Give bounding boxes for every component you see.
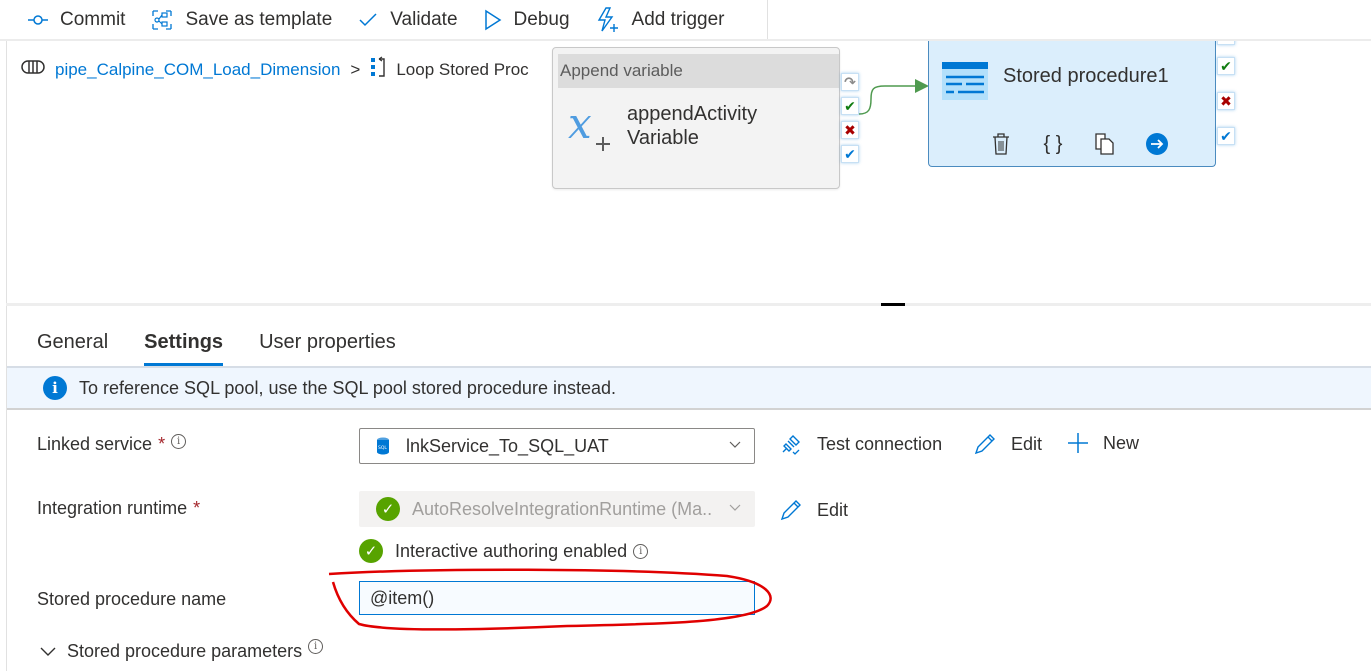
sp-activity-ports: ✔ ✖ ✔ [1217, 41, 1235, 145]
checkmark-icon [358, 12, 378, 28]
skip-port[interactable] [1217, 41, 1235, 45]
activity-name-line2: Variable [627, 127, 699, 149]
activity-name: appendActivity Variable [627, 102, 757, 150]
linked-service-label: Linked service * i [37, 434, 187, 455]
tab-general[interactable]: General [37, 324, 108, 366]
svg-text:x: x [568, 102, 592, 148]
interactive-authoring-status: ✓ Interactive authoring enabled i [359, 539, 649, 563]
plus-icon [1067, 432, 1089, 454]
chevron-down-icon [728, 437, 742, 454]
interactive-authoring-text: Interactive authoring enabled [395, 540, 628, 561]
tab-settings[interactable]: Settings [144, 324, 223, 366]
failure-port[interactable]: ✖ [1217, 92, 1235, 110]
toolbar: Commit Save as template Validate Debug A… [0, 0, 768, 40]
save-as-template-button[interactable]: Save as template [151, 9, 332, 31]
activity-name-line1: appendActivity [627, 103, 758, 125]
code-braces-icon[interactable]: { } [1027, 131, 1079, 157]
commit-icon [28, 14, 48, 26]
success-port[interactable]: ✔ [1217, 57, 1235, 75]
failure-port[interactable]: ✖ [841, 121, 859, 139]
required-marker: * [158, 434, 166, 454]
sql-database-icon: SQL [377, 437, 389, 455]
plug-icon [779, 432, 803, 456]
svg-text:SQL: SQL [378, 445, 387, 451]
template-icon [151, 9, 173, 31]
pencil-icon [779, 498, 803, 522]
commit-label: Commit [60, 9, 126, 30]
pipeline-canvas[interactable]: pipe_Calpine_COM_Load_Dimension > Loop S… [6, 41, 1371, 303]
chevron-down-icon [39, 644, 57, 660]
copy-icon[interactable] [1079, 131, 1131, 157]
properties-panel: General Settings User properties i To re… [6, 306, 1371, 671]
test-connection-button[interactable]: Test connection [779, 432, 942, 456]
append-activity-ports: ↷ ✔ ✖ ✔ [841, 73, 859, 163]
debug-label: Debug [513, 9, 570, 30]
validate-button[interactable]: Validate [358, 9, 458, 31]
stored-procedure-parameters-label: Stored procedure parameters [67, 641, 303, 661]
activity-actions: { } [975, 131, 1183, 157]
info-message: To reference SQL pool, use the SQL pool … [79, 377, 616, 398]
stored-procedure-icon [942, 62, 988, 100]
info-icon[interactable]: i [308, 639, 324, 654]
integration-runtime-label: Integration runtime * [37, 498, 200, 519]
required-marker: * [193, 498, 201, 518]
success-port[interactable]: ✔ [841, 97, 859, 115]
skip-port[interactable]: ↷ [841, 73, 859, 91]
activity-type-label: Append variable [558, 54, 839, 88]
info-banner: i To reference SQL pool, use the SQL poo… [7, 366, 1371, 410]
integration-runtime-value: AutoResolveIntegrationRuntime (Ma.. [412, 498, 713, 519]
save-as-template-label: Save as template [185, 9, 333, 30]
debug-button[interactable]: Debug [484, 9, 570, 31]
tab-list: General Settings User properties [37, 324, 432, 366]
new-linked-service-button[interactable]: New [1067, 432, 1139, 454]
stored-procedure-parameters-expander[interactable]: Stored procedure parameters i [39, 639, 324, 662]
stored-procedure-activity[interactable]: Stored procedure1 { } [928, 41, 1216, 167]
stored-procedure-name-input[interactable] [359, 581, 755, 615]
commit-button[interactable]: Commit [28, 9, 125, 31]
edit-linked-service-button[interactable]: Edit [973, 432, 1042, 456]
linked-service-select[interactable]: SQL lnkService_To_SQL_UAT [359, 428, 755, 464]
lightning-icon [596, 7, 620, 33]
info-icon[interactable]: i [171, 434, 187, 449]
play-icon [484, 9, 502, 31]
linked-service-text: Linked service [37, 434, 153, 454]
arrow-right-icon[interactable] [1131, 131, 1183, 157]
linked-service-value: lnkService_To_SQL_UAT [406, 435, 609, 456]
add-trigger-label: Add trigger [631, 9, 725, 30]
edit-integration-runtime-button[interactable]: Edit [779, 498, 848, 522]
completion-port[interactable]: ✔ [841, 145, 859, 163]
edit-label: Edit [817, 499, 849, 520]
variable-x-icon: x [568, 102, 610, 151]
validate-label: Validate [390, 9, 458, 30]
integration-runtime-text: Integration runtime [37, 498, 188, 518]
activity-name: Stored procedure1 [1003, 65, 1169, 87]
info-icon[interactable]: i [633, 543, 649, 559]
integration-runtime-select: ✓ AutoResolveIntegrationRuntime (Ma.. [359, 491, 755, 527]
test-connection-label: Test connection [817, 433, 943, 454]
check-circle-icon: ✓ [359, 539, 383, 563]
add-trigger-button[interactable]: Add trigger [596, 7, 725, 33]
edit-label: Edit [1011, 433, 1043, 454]
new-label: New [1103, 432, 1140, 453]
tab-user-properties[interactable]: User properties [259, 324, 396, 366]
check-circle-icon: ✓ [376, 497, 400, 521]
completion-port[interactable]: ✔ [1217, 127, 1235, 145]
pencil-icon [973, 432, 997, 456]
delete-icon[interactable] [975, 131, 1027, 157]
append-variable-activity[interactable]: Append variable x appendActivity Variabl… [552, 47, 840, 189]
info-icon: i [43, 376, 67, 400]
chevron-down-icon [728, 500, 742, 517]
stored-procedure-name-label: Stored procedure name [37, 589, 227, 609]
